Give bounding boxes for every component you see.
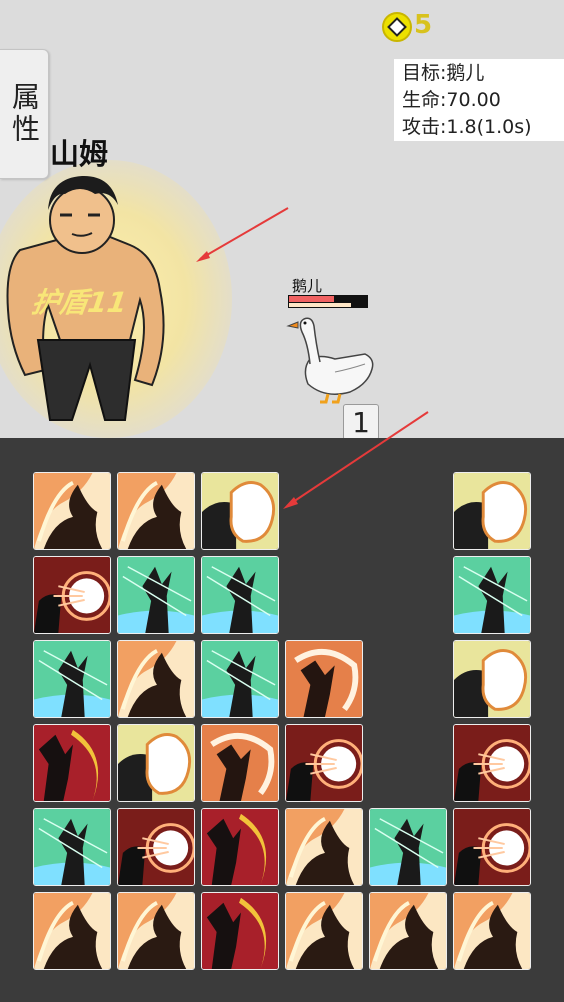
crescent-skill-icon [202,893,278,969]
skill-tile-fire[interactable] [285,808,363,886]
skill-tile-crescent[interactable] [201,892,279,970]
skill-tile-fire[interactable] [285,892,363,970]
burst-skill-icon [454,809,530,885]
target-attack: 攻击:1.8(1.0s) [402,116,532,138]
turn-counter: 1 [343,404,379,438]
coin-count: 5 [414,10,433,40]
skill-tile-wind[interactable] [33,640,111,718]
skill-tile-wind[interactable] [201,556,279,634]
crescent-skill-icon [34,725,110,801]
wind-skill-icon [202,557,278,633]
burst-skill-icon [454,725,530,801]
skill-tile-wind[interactable] [33,808,111,886]
fire-skill-icon [118,473,194,549]
skill-tile-wind[interactable] [453,556,531,634]
fire-skill-icon [370,893,446,969]
enemy-hp-fill [289,296,335,302]
fire-skill-icon [118,893,194,969]
skill-tile-blast[interactable] [117,724,195,802]
skill-tile-blast[interactable] [453,472,531,550]
fire-skill-icon [118,641,194,717]
enemy-attack-timer-fill [289,303,352,307]
wind-skill-icon [34,809,110,885]
skill-tile-burst[interactable] [285,724,363,802]
fire-skill-icon [34,893,110,969]
skill-tile-fire[interactable] [117,472,195,550]
skill-tile-burst[interactable] [117,808,195,886]
slash-skill-icon [202,725,278,801]
coin-icon [382,12,412,42]
skill-tile-fire[interactable] [33,472,111,550]
skill-tile-crescent[interactable] [33,724,111,802]
skill-tile-slash[interactable] [285,640,363,718]
blast-skill-icon [454,641,530,717]
shield-value-label: 护盾11 [29,286,130,319]
target-hp: 生命:70.00 [402,89,501,111]
slash-skill-icon [286,641,362,717]
hero-name: 山姆 [50,137,109,171]
skill-tile-burst[interactable] [33,556,111,634]
wind-skill-icon [454,557,530,633]
fire-skill-icon [454,893,530,969]
skill-tile-fire[interactable] [117,892,195,970]
skill-tile-blast[interactable] [201,472,279,550]
skill-tile-wind[interactable] [369,808,447,886]
skill-tile-burst[interactable] [453,724,531,802]
skill-tile-fire[interactable] [453,892,531,970]
enemy-name: 鹅儿 [292,277,323,295]
wind-skill-icon [202,641,278,717]
target-name: 目标:鹅儿 [402,62,485,84]
skill-tile-burst[interactable] [453,808,531,886]
goose-enemy[interactable] [280,314,380,404]
attributes-button[interactable]: 属性 [0,49,49,179]
wind-skill-icon [34,641,110,717]
wind-skill-icon [370,809,446,885]
skill-tile-blast[interactable] [453,640,531,718]
crescent-skill-icon [202,809,278,885]
attributes-button-label: 属性 [8,82,41,146]
blast-skill-icon [454,473,530,549]
fire-skill-icon [286,893,362,969]
fire-skill-icon [286,809,362,885]
burst-skill-icon [118,809,194,885]
skill-tile-fire[interactable] [33,892,111,970]
burst-skill-icon [286,725,362,801]
skill-tile-fire[interactable] [369,892,447,970]
enemy-health-bar [288,295,368,308]
skill-tile-crescent[interactable] [201,808,279,886]
blast-skill-icon [118,725,194,801]
skill-tile-wind[interactable] [117,556,195,634]
fire-skill-icon [34,473,110,549]
battle-scene: 护盾11 山姆 鹅儿 属性 5 目标:鹅儿 生命:70.00 攻击:1.8(1.… [0,0,564,438]
burst-skill-icon [34,557,110,633]
skill-tile-wind[interactable] [201,640,279,718]
blast-skill-icon [202,473,278,549]
skill-tile-fire[interactable] [117,640,195,718]
skill-tile-slash[interactable] [201,724,279,802]
wind-skill-icon [118,557,194,633]
target-info-panel: 目标:鹅儿 生命:70.00 攻击:1.8(1.0s) [394,59,564,141]
